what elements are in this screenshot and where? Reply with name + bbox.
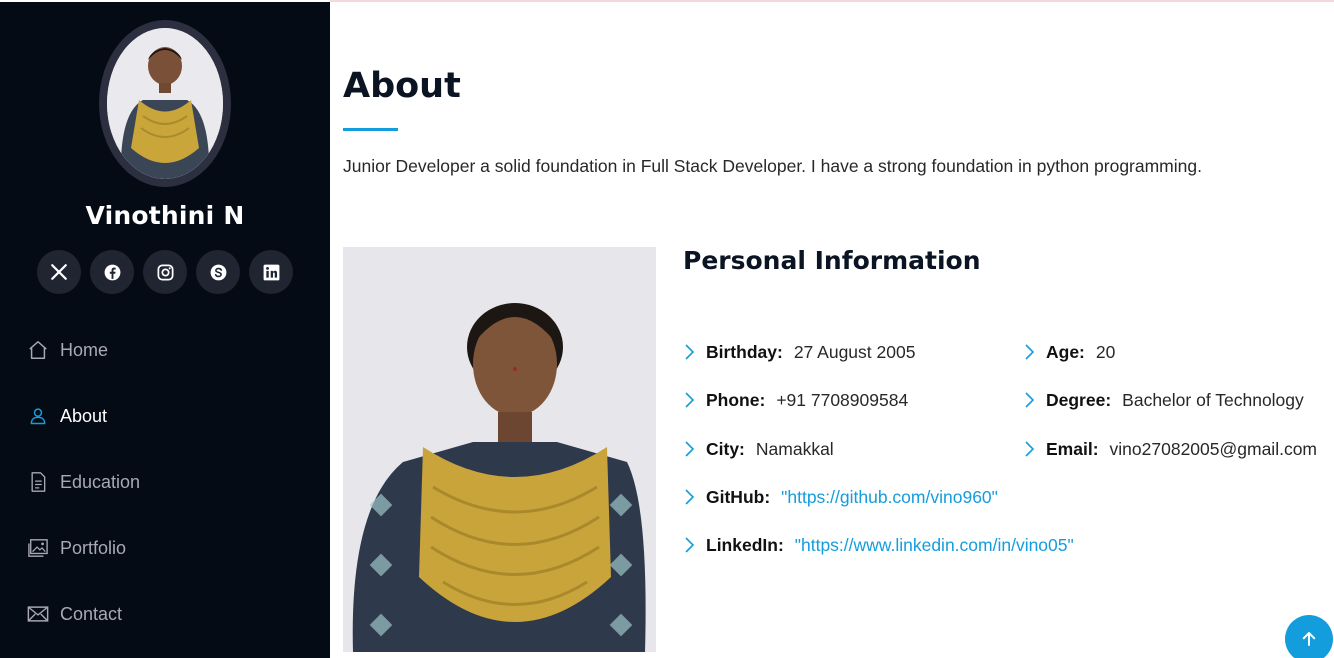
github-link[interactable]: "https://github.com/vino960" — [781, 487, 998, 508]
email-label: Email: — [1046, 438, 1099, 459]
document-icon — [27, 471, 49, 493]
degree-value: Bachelor of Technology — [1122, 389, 1304, 410]
home-icon — [27, 339, 49, 361]
github-label: GitHub: — [706, 486, 771, 507]
instagram-link[interactable] — [143, 250, 187, 294]
email-value: vino27082005@gmail.com — [1109, 438, 1318, 459]
envelope-icon — [27, 603, 49, 625]
nav-item-education[interactable]: Education — [0, 449, 330, 515]
nav-label-about: About — [60, 405, 108, 426]
chevron-right-icon — [683, 343, 697, 361]
facebook-icon — [104, 264, 120, 280]
back-to-top-button[interactable] — [1285, 615, 1333, 658]
nav-label-home: Home — [60, 339, 109, 360]
city-value: Namakkal — [755, 438, 834, 459]
info-phone: Phone: +91 7708909584 — [683, 388, 908, 412]
nav-label-contact: Contact — [60, 603, 123, 624]
sidebar: Vinothini N Home About Education Portfol… — [0, 0, 330, 658]
chevron-right-icon — [683, 440, 697, 458]
about-intro: Junior Developer a solid foundation in F… — [343, 156, 1202, 176]
birthday-value: 27 August 2005 — [793, 341, 916, 362]
nav-item-home[interactable]: Home — [0, 317, 330, 383]
linkedin-icon — [263, 264, 279, 280]
facebook-link[interactable] — [90, 250, 134, 294]
info-linkedin: LinkedIn: "https://www.linkedin.com/in/v… — [683, 533, 1074, 557]
birthday-label: Birthday: — [706, 341, 783, 362]
title-underline — [343, 128, 398, 131]
info-email: Email: vino27082005@gmail.com — [1023, 437, 1317, 461]
info-city: City: Namakkal — [683, 437, 834, 461]
info-github: GitHub: "https://github.com/vino960" — [683, 485, 998, 509]
skype-icon — [210, 264, 226, 280]
info-age: Age: 20 — [1023, 340, 1115, 364]
chevron-right-icon — [683, 391, 697, 409]
person-icon — [27, 405, 49, 427]
section-title: About — [343, 66, 461, 106]
profile-name: Vinothini N — [85, 201, 245, 230]
instagram-icon — [157, 264, 173, 280]
side-nav: Home About Education Portfolio Contact — [0, 317, 330, 647]
social-links — [37, 250, 293, 294]
images-icon — [27, 537, 49, 559]
info-degree: Degree: Bachelor of Technology — [1023, 388, 1304, 412]
nav-label-portfolio: Portfolio — [60, 537, 127, 558]
nav-item-contact[interactable]: Contact — [0, 581, 330, 647]
age-label: Age: — [1046, 341, 1085, 362]
phone-label: Phone: — [706, 389, 766, 410]
linkedin-link[interactable]: "https://www.linkedin.com/in/vino05" — [795, 535, 1074, 556]
age-value: 20 — [1095, 341, 1116, 362]
chevron-right-icon — [683, 536, 697, 554]
personal-info-heading: Personal Information — [683, 246, 981, 275]
skype-link[interactable] — [196, 250, 240, 294]
info-birthday: Birthday: 27 August 2005 — [683, 340, 915, 364]
x-twitter-link[interactable] — [37, 250, 81, 294]
profile-photo — [107, 28, 223, 179]
chevron-right-icon — [1023, 440, 1037, 458]
chevron-right-icon — [1023, 391, 1037, 409]
profile-avatar — [99, 20, 231, 187]
nav-item-portfolio[interactable]: Portfolio — [0, 515, 330, 581]
phone-value: +91 7708909584 — [776, 389, 909, 410]
nav-item-about[interactable]: About — [0, 383, 330, 449]
linkedin-link[interactable] — [249, 250, 293, 294]
chevron-right-icon — [683, 488, 697, 506]
profile-photo-large — [343, 247, 656, 652]
degree-label: Degree: — [1046, 389, 1112, 410]
nav-label-education: Education — [60, 471, 141, 492]
chevron-right-icon — [1023, 343, 1037, 361]
x-twitter-icon — [51, 264, 67, 280]
arrow-up-icon — [1302, 632, 1316, 646]
top-divider — [330, 0, 1334, 2]
city-label: City: — [706, 438, 745, 459]
linkedin-label: LinkedIn: — [706, 534, 784, 555]
